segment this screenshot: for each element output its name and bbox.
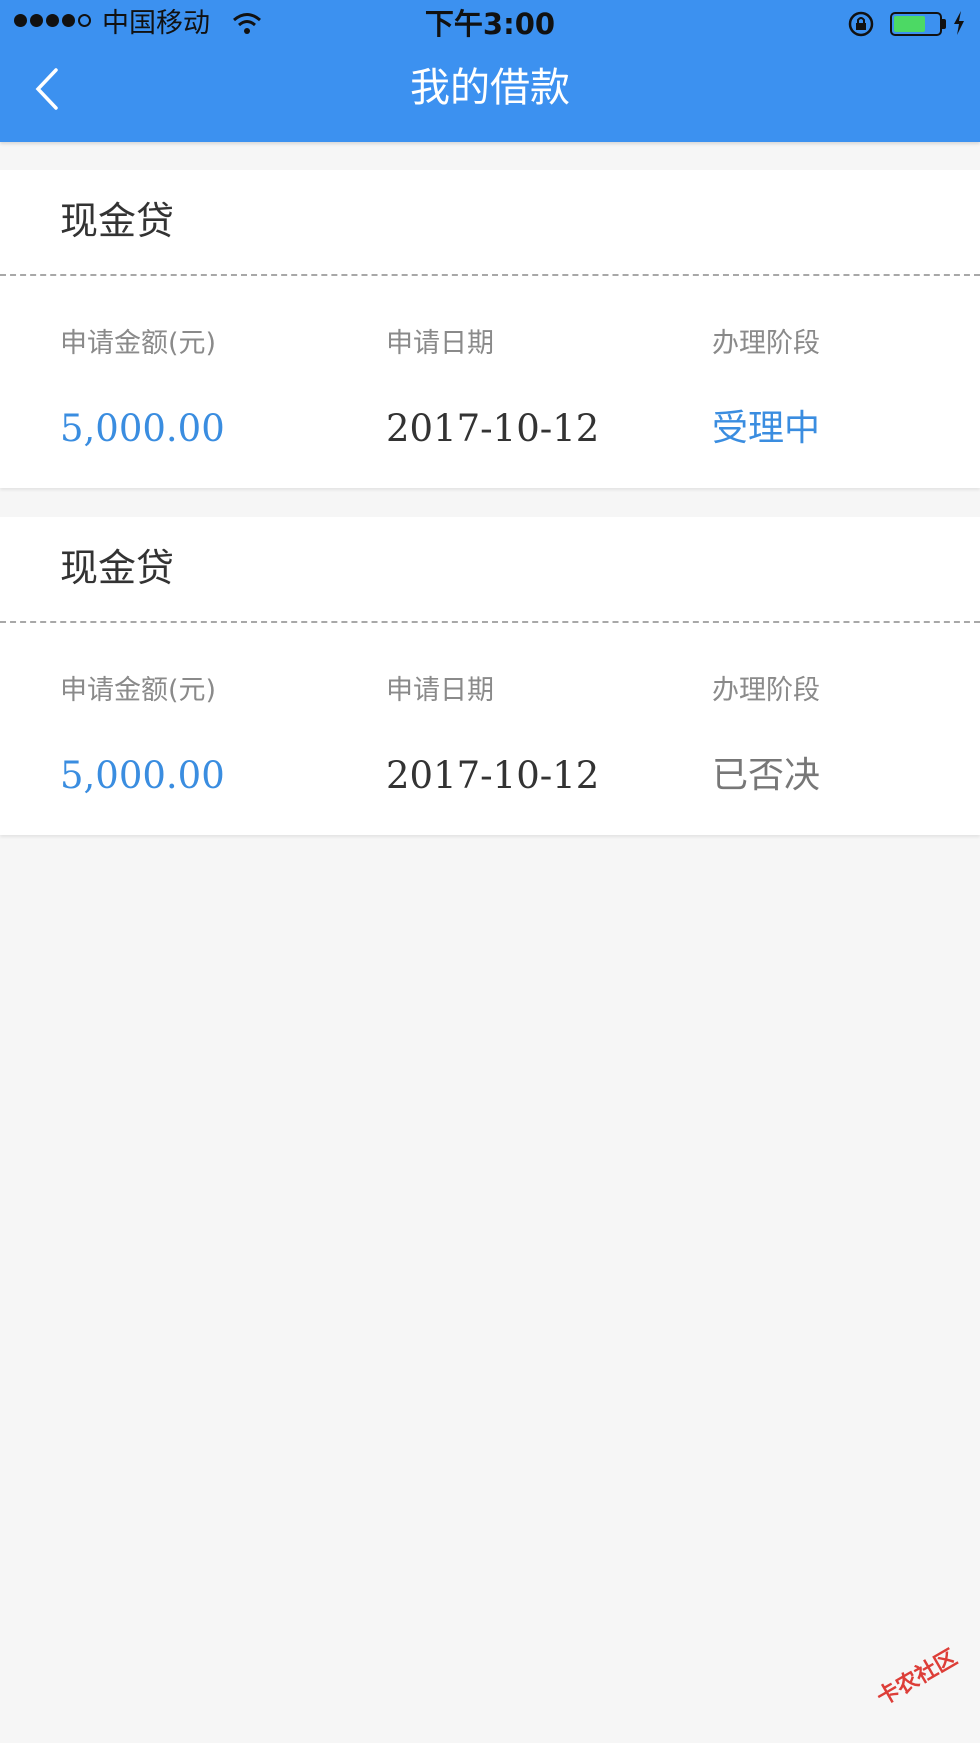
date-label: 申请日期 [386, 675, 494, 706]
date-label: 申请日期 [386, 328, 494, 359]
app-header: 中国移动 下午3:00 我的借款 [0, 0, 980, 142]
dashed-divider [0, 274, 980, 276]
dashed-divider [0, 621, 980, 623]
amount-label: 申请金额(元) [60, 328, 217, 359]
loan-date: 2017-10-12 [386, 754, 600, 797]
battery-tip [942, 19, 946, 29]
loan-stage: 受理中 [712, 408, 821, 449]
loan-product-name: 现金贷 [60, 199, 175, 243]
watermark-logo: 卡农社区 [872, 1645, 962, 1711]
status-time: 下午3:00 [424, 7, 556, 41]
loan-date: 2017-10-12 [386, 407, 600, 450]
amount-label: 申请金额(元) [60, 675, 217, 706]
stage-label: 办理阶段 [712, 675, 820, 706]
page-title: 我的借款 [410, 65, 570, 111]
stage-label: 办理阶段 [712, 328, 820, 359]
loan-amount: 5,000.00 [60, 754, 225, 797]
rotation-lock-icon [848, 11, 874, 41]
loan-card[interactable]: 现金贷 申请金额(元) 申请日期 办理阶段 5,000.00 2017-10-1… [0, 170, 980, 488]
charging-icon [952, 10, 966, 40]
loan-stage: 已否决 [712, 755, 821, 796]
battery-icon [890, 12, 942, 36]
loan-amount: 5,000.00 [60, 407, 225, 450]
status-bar: 中国移动 下午3:00 [0, 0, 980, 48]
loan-card[interactable]: 现金贷 申请金额(元) 申请日期 办理阶段 5,000.00 2017-10-1… [0, 517, 980, 835]
loan-product-name: 现金贷 [60, 546, 175, 590]
